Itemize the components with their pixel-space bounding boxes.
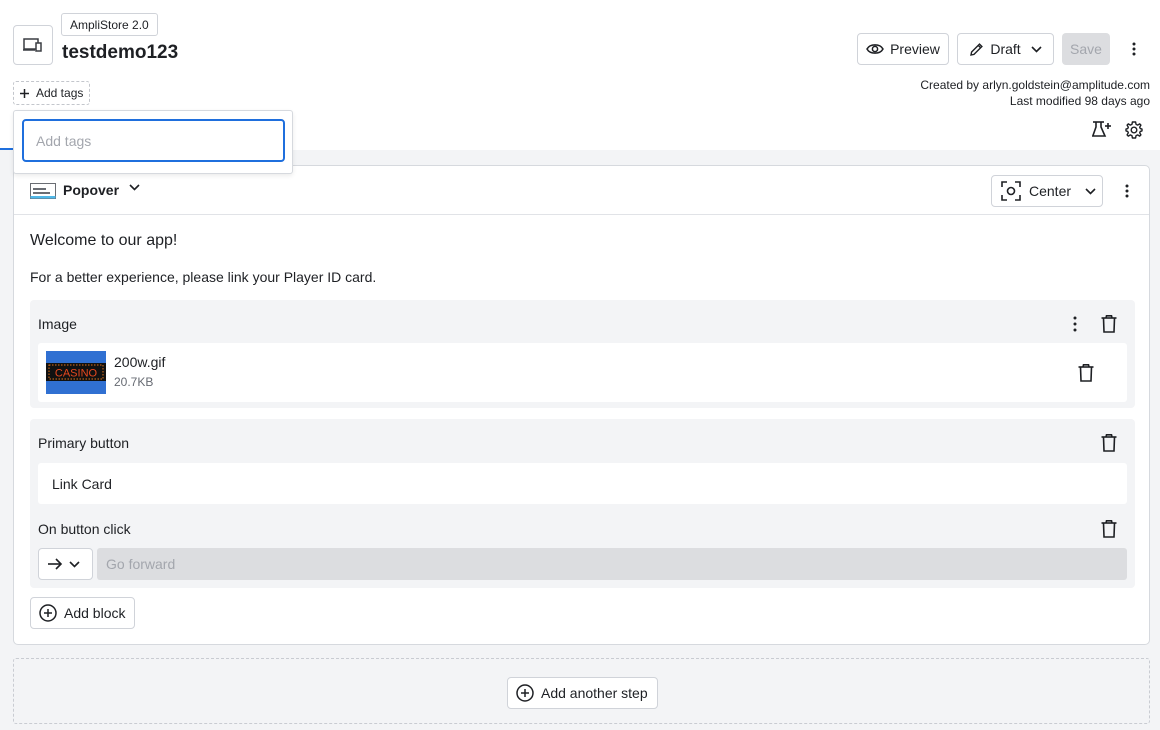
click-action-value: Go forward: [97, 548, 1127, 580]
save-button[interactable]: Save: [1062, 33, 1110, 65]
chevron-down-icon[interactable]: [129, 184, 140, 191]
step-body-text[interactable]: For a better experience, please link you…: [30, 269, 376, 285]
plus-icon: [20, 88, 29, 98]
more-vertical-icon: [1073, 316, 1077, 332]
position-label: Center: [1029, 183, 1072, 199]
add-circle-icon: [39, 604, 57, 622]
more-vertical-icon: [1132, 42, 1136, 56]
primary-button-label: Primary button: [38, 435, 130, 451]
eye-icon: [866, 44, 884, 54]
draft-status-dropdown[interactable]: Draft: [957, 33, 1054, 65]
image-more-button[interactable]: [1065, 315, 1085, 333]
arrow-right-icon: [48, 558, 63, 570]
add-step-label: Add another step: [541, 685, 648, 701]
delete-button-block-button[interactable]: [1101, 434, 1117, 452]
add-block-label: Add block: [64, 605, 126, 621]
step-title-text[interactable]: Welcome to our app!: [30, 232, 177, 250]
add-block-button[interactable]: Add block: [30, 597, 135, 629]
primary-button-block: Primary button Link Card On button click: [30, 419, 1135, 588]
beaker-icon: [1092, 121, 1111, 137]
trash-icon: [1101, 434, 1117, 452]
chevron-down-icon: [69, 560, 80, 568]
delete-click-action-button[interactable]: [1101, 520, 1117, 538]
image-block: Image CASINO 200w.gif 20.7KB: [30, 300, 1135, 408]
image-block-label: Image: [38, 316, 77, 332]
trash-icon: [1101, 315, 1117, 333]
thumbnail-text: CASINO: [55, 368, 98, 380]
last-modified-text: Last modified 98 days ago: [1009, 94, 1150, 108]
trash-icon: [1078, 364, 1094, 382]
page-title: testdemo123: [62, 42, 179, 63]
add-tags-label: Add tags: [36, 86, 84, 100]
focus-icon: [1001, 181, 1021, 201]
more-options-button[interactable]: [1124, 39, 1144, 59]
step-type-label[interactable]: Popover: [63, 182, 119, 198]
add-tags-button[interactable]: Add tags: [13, 81, 91, 105]
button-text-input[interactable]: Link Card: [38, 463, 1127, 504]
step-card: Popover Center Welcome to our app! For a…: [13, 165, 1150, 645]
tags-input[interactable]: [22, 119, 285, 162]
delete-image-button[interactable]: [1078, 364, 1094, 382]
add-circle-icon: [516, 684, 534, 702]
position-dropdown[interactable]: Center: [991, 175, 1103, 207]
step-more-button[interactable]: [1117, 181, 1137, 201]
settings-button[interactable]: [1125, 121, 1143, 139]
preview-button[interactable]: Preview: [857, 33, 949, 65]
click-action-select[interactable]: [38, 548, 93, 580]
image-thumbnail: CASINO: [46, 351, 106, 394]
delete-image-block-button[interactable]: [1101, 315, 1117, 333]
file-size: 20.7KB: [114, 375, 154, 389]
popover-icon: [30, 183, 56, 199]
app-badge[interactable]: AmpliStore 2.0: [61, 13, 158, 36]
on-click-label: On button click: [38, 521, 131, 537]
file-name: 200w.gif: [114, 354, 166, 370]
draft-label: Draft: [990, 41, 1021, 57]
experiment-button[interactable]: [1092, 120, 1112, 138]
preview-label: Preview: [890, 41, 940, 57]
gear-icon: [1125, 121, 1143, 139]
trash-icon: [1101, 520, 1117, 538]
chevron-down-icon: [1085, 187, 1096, 195]
tags-dropdown: [13, 110, 293, 174]
add-another-step-button[interactable]: Add another step: [507, 677, 658, 709]
device-preview-icon[interactable]: [13, 25, 53, 65]
device-icon: [23, 38, 42, 52]
more-vertical-icon: [1125, 184, 1129, 198]
created-by-text: Created by arlyn.goldstein@amplitude.com: [920, 78, 1150, 92]
pencil-icon: [970, 42, 984, 56]
add-step-zone: Add another step: [13, 658, 1150, 724]
chevron-down-icon: [1031, 45, 1042, 53]
image-file-row: CASINO 200w.gif 20.7KB: [38, 343, 1127, 402]
